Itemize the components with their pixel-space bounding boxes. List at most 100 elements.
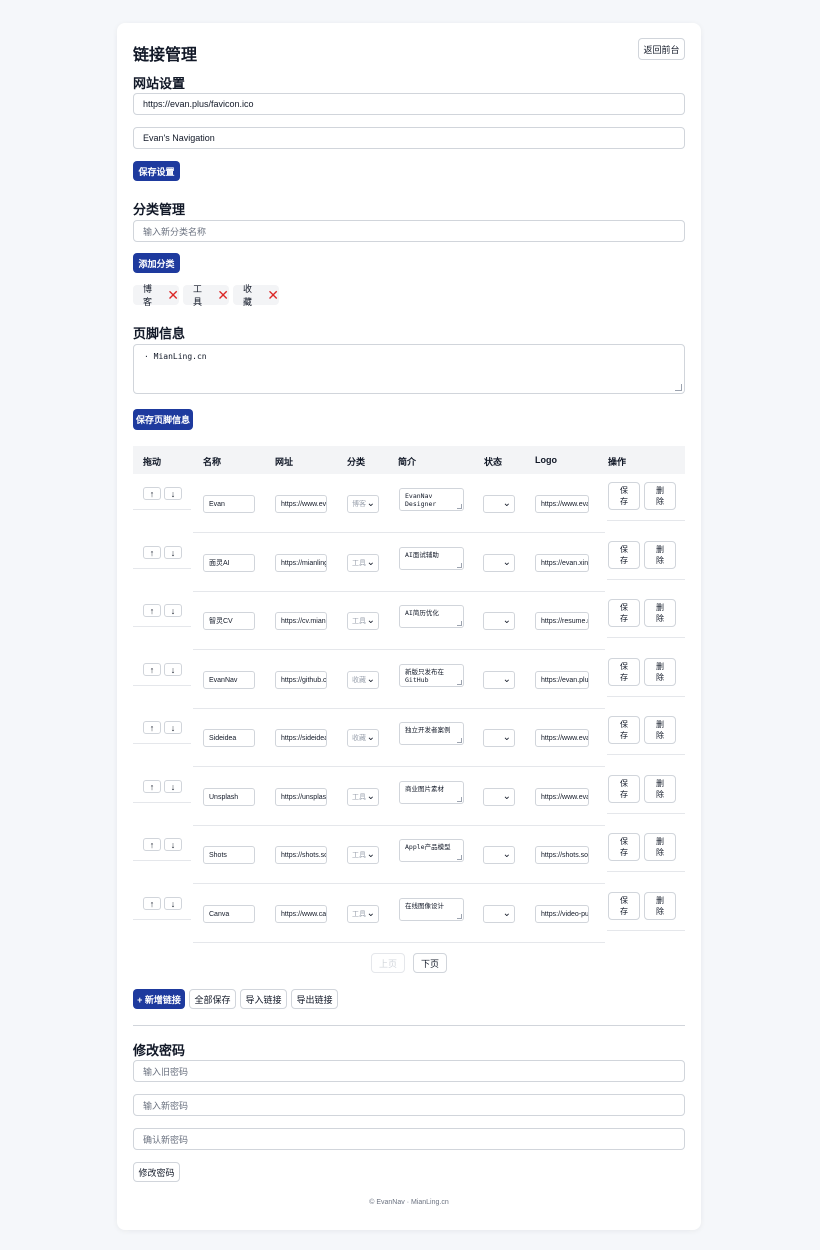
move-down-icon[interactable]: ↓ <box>164 897 182 910</box>
export-links-button[interactable]: 导出链接 <box>291 989 338 1009</box>
save-row-button[interactable]: 保存 <box>608 599 640 627</box>
link-url-field[interactable]: https://cv.mianling.cn <box>275 612 327 630</box>
link-url-field[interactable]: https://www.canva.com <box>275 905 327 923</box>
delete-row-button[interactable]: 删除 <box>644 599 676 627</box>
link-url-field[interactable]: https://mianling.cn <box>275 554 327 572</box>
save-all-button[interactable]: 全部保存 <box>189 989 236 1009</box>
link-status-select[interactable]: ⌄ <box>483 671 515 689</box>
new-category-input[interactable]: 输入新分类名称 <box>133 220 685 242</box>
move-up-icon[interactable]: ↑ <box>143 487 161 500</box>
resize-handle-icon[interactable] <box>457 621 462 626</box>
site-name-input[interactable]: Evan's Navigation <box>133 127 685 149</box>
link-url-field[interactable]: https://sideidea.com <box>275 729 327 747</box>
next-page-button[interactable]: 下页 <box>413 953 447 973</box>
add-link-button[interactable]: + 新增链接 <box>133 989 185 1009</box>
delete-row-button[interactable]: 删除 <box>644 892 676 920</box>
save-footer-button[interactable]: 保存页脚信息 <box>133 409 193 430</box>
link-status-select[interactable]: ⌄ <box>483 554 515 572</box>
link-category-select[interactable]: 收藏 ⌄ <box>347 729 379 747</box>
move-up-icon[interactable]: ↑ <box>143 721 161 734</box>
delete-row-button[interactable]: 删除 <box>644 716 676 744</box>
resize-handle-icon[interactable] <box>457 680 462 685</box>
link-url-field[interactable]: https://github.com/evan <box>275 671 327 689</box>
favicon-input[interactable]: https://evan.plus/favicon.ico <box>133 93 685 115</box>
link-url-field[interactable]: https://www.evan.plus <box>275 495 327 513</box>
link-name-field[interactable]: Evan <box>203 495 255 513</box>
old-password-input[interactable]: 输入旧密码 <box>133 1060 685 1082</box>
confirm-password-input[interactable]: 确认新密码 <box>133 1128 685 1150</box>
resize-handle-icon[interactable] <box>457 504 462 509</box>
move-up-icon[interactable]: ↑ <box>143 604 161 617</box>
link-status-select[interactable]: ⌄ <box>483 612 515 630</box>
move-up-icon[interactable]: ↑ <box>143 838 161 851</box>
save-row-button[interactable]: 保存 <box>608 892 640 920</box>
link-category-select[interactable]: 工具 ⌄ <box>347 905 379 923</box>
link-status-select[interactable]: ⌄ <box>483 905 515 923</box>
link-status-select[interactable]: ⌄ <box>483 846 515 864</box>
link-name-field[interactable]: Unsplash <box>203 788 255 806</box>
move-down-icon[interactable]: ↓ <box>164 838 182 851</box>
save-row-button[interactable]: 保存 <box>608 833 640 861</box>
link-desc-textarea[interactable]: 独立开发者案例 <box>399 722 464 745</box>
link-category-select[interactable]: 工具 ⌄ <box>347 788 379 806</box>
save-row-button[interactable]: 保存 <box>608 716 640 744</box>
save-row-button[interactable]: 保存 <box>608 658 640 686</box>
link-logo-field[interactable]: https://evan.xin/logo.png <box>535 554 589 572</box>
new-password-input[interactable]: 输入新密码 <box>133 1094 685 1116</box>
move-down-icon[interactable]: ↓ <box>164 663 182 676</box>
move-up-icon[interactable]: ↑ <box>143 897 161 910</box>
delete-row-button[interactable]: 删除 <box>644 775 676 803</box>
remove-tag-icon[interactable]: ✕ <box>267 288 279 302</box>
save-row-button[interactable]: 保存 <box>608 541 640 569</box>
delete-row-button[interactable]: 删除 <box>644 541 676 569</box>
resize-handle-icon[interactable] <box>675 384 682 391</box>
link-desc-textarea[interactable]: EvanNav Designer <box>399 488 464 511</box>
remove-tag-icon[interactable]: ✕ <box>217 288 229 302</box>
link-logo-field[interactable]: https://www.evan.plus <box>535 729 589 747</box>
move-up-icon[interactable]: ↑ <box>143 546 161 559</box>
link-name-field[interactable]: Canva <box>203 905 255 923</box>
change-password-button[interactable]: 修改密码 <box>133 1162 180 1182</box>
move-down-icon[interactable]: ↓ <box>164 546 182 559</box>
save-row-button[interactable]: 保存 <box>608 775 640 803</box>
link-url-field[interactable]: https://shots.so <box>275 846 327 864</box>
footer-content-textarea[interactable]: · MianLing.cn <box>133 344 685 394</box>
link-logo-field[interactable]: https://evan.plus/logo.png <box>535 671 589 689</box>
move-down-icon[interactable]: ↓ <box>164 780 182 793</box>
link-name-field[interactable]: EvanNav <box>203 671 255 689</box>
resize-handle-icon[interactable] <box>457 738 462 743</box>
link-logo-field[interactable]: https://www.evan.plus <box>535 788 589 806</box>
link-desc-textarea[interactable]: AI简历优化 <box>399 605 464 628</box>
move-down-icon[interactable]: ↓ <box>164 487 182 500</box>
link-category-select[interactable]: 工具 ⌄ <box>347 612 379 630</box>
link-logo-field[interactable]: https://shots.so/ <box>535 846 589 864</box>
resize-handle-icon[interactable] <box>457 914 462 919</box>
link-desc-textarea[interactable]: 新版只发布在GitHub <box>399 664 464 687</box>
link-url-field[interactable]: https://unsplash.com <box>275 788 327 806</box>
remove-tag-icon[interactable]: ✕ <box>167 288 179 302</box>
link-desc-textarea[interactable]: 在线图像设计 <box>399 898 464 921</box>
move-down-icon[interactable]: ↓ <box>164 721 182 734</box>
delete-row-button[interactable]: 删除 <box>644 658 676 686</box>
delete-row-button[interactable]: 删除 <box>644 833 676 861</box>
resize-handle-icon[interactable] <box>457 855 462 860</box>
back-to-front-button[interactable]: 返回前台 <box>638 38 685 60</box>
resize-handle-icon[interactable] <box>457 797 462 802</box>
link-desc-textarea[interactable]: Apple产品模型 <box>399 839 464 862</box>
link-logo-field[interactable]: https://resume.mianling.cn <box>535 612 589 630</box>
link-category-select[interactable]: 博客 ⌄ <box>347 495 379 513</box>
resize-handle-icon[interactable] <box>457 563 462 568</box>
link-desc-textarea[interactable]: AI面试辅助 <box>399 547 464 570</box>
link-category-select[interactable]: 工具 ⌄ <box>347 554 379 572</box>
add-category-button[interactable]: 添加分类 <box>133 253 180 273</box>
move-up-icon[interactable]: ↑ <box>143 780 161 793</box>
save-settings-button[interactable]: 保存设置 <box>133 161 180 181</box>
link-logo-field[interactable]: https://www.evan.plus/logo.png <box>535 495 589 513</box>
link-status-select[interactable]: ⌄ <box>483 729 515 747</box>
link-logo-field[interactable]: https://video-public.canva.com <box>535 905 589 923</box>
delete-row-button[interactable]: 删除 <box>644 482 676 510</box>
prev-page-button[interactable]: 上页 <box>371 953 405 973</box>
link-category-select[interactable]: 收藏 ⌄ <box>347 671 379 689</box>
link-name-field[interactable]: 智灵CV <box>203 612 255 630</box>
link-desc-textarea[interactable]: 商业图片素材 <box>399 781 464 804</box>
